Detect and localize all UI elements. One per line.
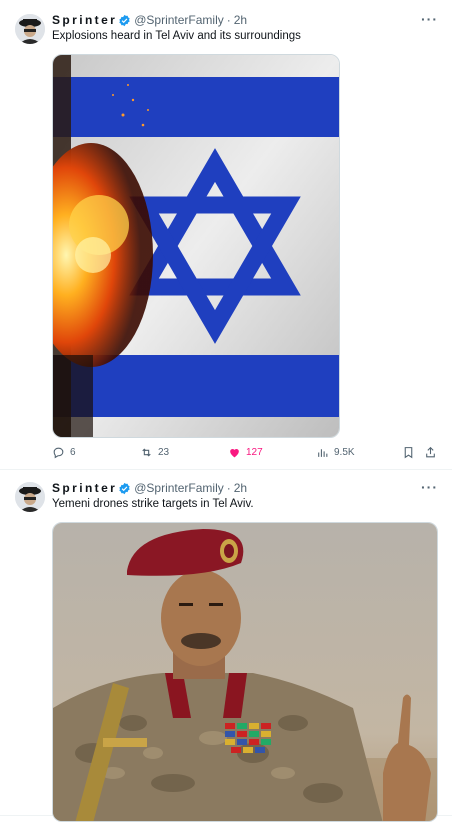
timestamp[interactable]: 2h bbox=[234, 481, 247, 495]
reply-button[interactable]: 6 bbox=[52, 446, 76, 459]
avatar-image bbox=[15, 482, 45, 512]
avatar[interactable] bbox=[15, 14, 45, 44]
tweet[interactable]: Sprinter @SprinterFamily · 2h ··· Yemeni… bbox=[0, 470, 452, 822]
views-button[interactable]: 9.5K bbox=[316, 446, 355, 459]
author-name[interactable]: Sprinter bbox=[52, 481, 117, 495]
reply-icon bbox=[53, 447, 64, 459]
israeli-flag-explosion-image bbox=[53, 55, 339, 437]
tweet-header: Sprinter @SprinterFamily · 2h bbox=[52, 481, 247, 495]
share-icon bbox=[426, 446, 435, 458]
separator-dot: · bbox=[226, 481, 231, 495]
author-handle[interactable]: @SprinterFamily bbox=[134, 481, 224, 495]
heart-icon bbox=[230, 448, 239, 458]
more-options-button[interactable]: ··· bbox=[421, 11, 438, 27]
retweet-button[interactable]: 23 bbox=[140, 446, 169, 459]
tweet-image[interactable] bbox=[52, 522, 438, 822]
separator-dot: · bbox=[226, 13, 231, 27]
share-button[interactable] bbox=[424, 446, 437, 459]
tweet-text: Explosions heard in Tel Aviv and its sur… bbox=[52, 30, 301, 42]
retweet-count: 23 bbox=[158, 447, 170, 458]
verified-badge-icon bbox=[119, 482, 130, 494]
avatar[interactable] bbox=[15, 482, 45, 512]
author-handle[interactable]: @SprinterFamily bbox=[134, 13, 224, 27]
timestamp[interactable]: 2h bbox=[234, 13, 247, 27]
view-count: 9.5K bbox=[334, 447, 355, 458]
tweet-actions: 6 23 127 9.5K bbox=[52, 446, 438, 462]
verified-badge-icon bbox=[119, 14, 130, 26]
tweet[interactable]: Sprinter @SprinterFamily · 2h ··· Explos… bbox=[0, 0, 452, 470]
bookmark-button[interactable] bbox=[402, 446, 415, 459]
tweet-text: Yemeni drones strike targets in Tel Aviv… bbox=[52, 498, 254, 510]
like-button[interactable]: 127 bbox=[228, 446, 263, 459]
retweet-icon bbox=[142, 448, 151, 457]
tweet-header: Sprinter @SprinterFamily · 2h bbox=[52, 13, 247, 27]
tweet-image[interactable] bbox=[52, 54, 340, 438]
avatar-image bbox=[15, 14, 45, 44]
military-officer-photo bbox=[53, 523, 437, 821]
reply-count: 6 bbox=[70, 447, 76, 458]
author-name[interactable]: Sprinter bbox=[52, 13, 117, 27]
bookmark-icon bbox=[404, 447, 413, 459]
more-options-button[interactable]: ··· bbox=[421, 479, 438, 495]
like-count: 127 bbox=[246, 447, 263, 458]
views-chart-icon bbox=[318, 449, 328, 457]
